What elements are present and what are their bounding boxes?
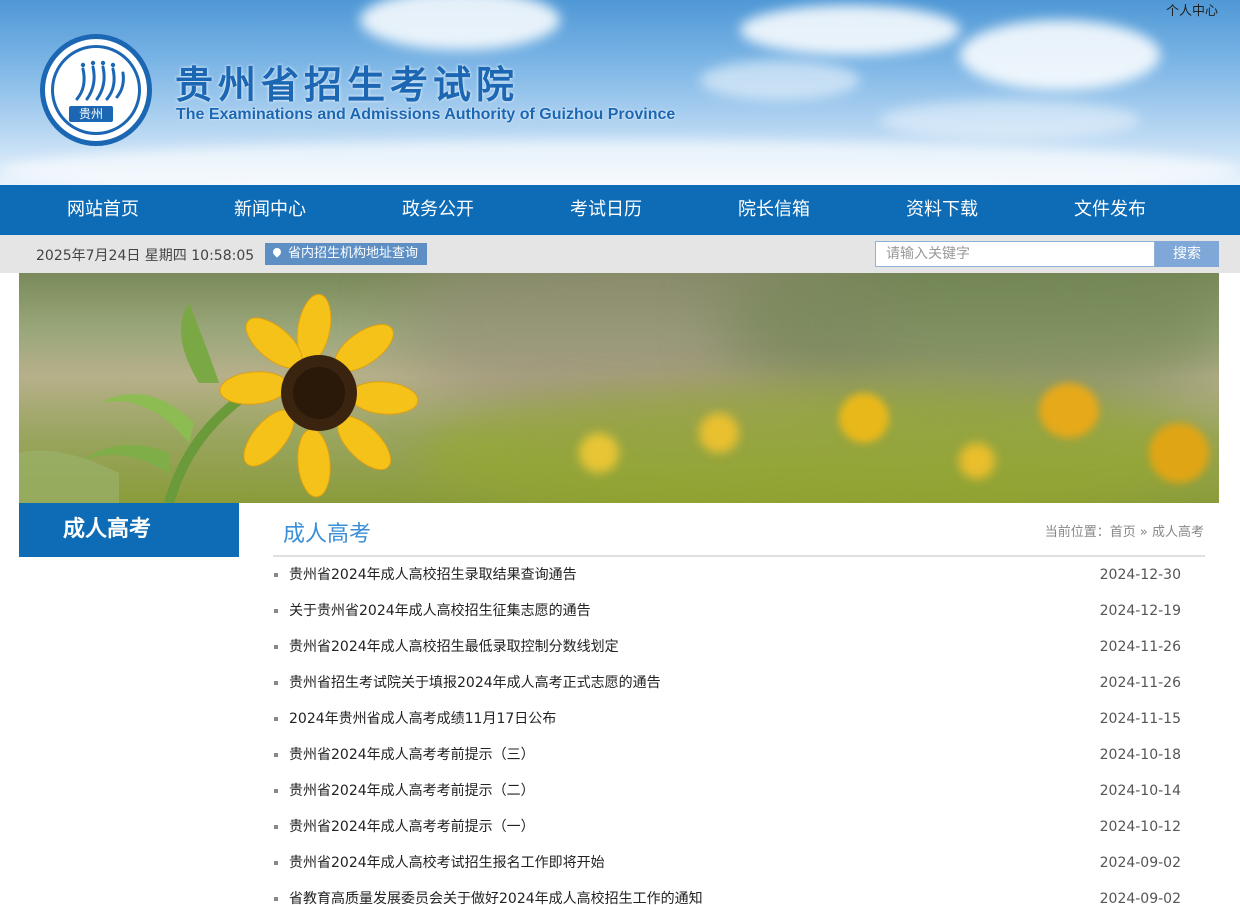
main-nav: 网站首页 新闻中心 政务公开 考试日历 院长信箱 资料下载 文件发布 [0,185,1240,235]
nav-item-home[interactable]: 网站首页 [33,185,173,235]
article-link[interactable]: 贵州省2024年成人高校考试招生报名工作即将开始 [289,845,605,881]
site-title: 贵州省招生考试院 [175,62,520,107]
flower-blur [699,413,739,453]
list-item: 贵州省2024年成人高考考前提示（二） 2024-10-14 [273,773,1205,809]
bullet-icon [274,645,278,649]
article-link[interactable]: 贵州省招生考试院关于填报2024年成人高考正式志愿的通告 [289,665,661,701]
article-date: 2024-10-18 [1099,747,1181,763]
article-date: 2024-09-02 [1099,891,1181,905]
current-datetime: 2025年7月24日 星期四 10:58:05 [36,248,255,264]
article-date: 2024-09-02 [1099,855,1181,871]
article-link[interactable]: 贵州省2024年成人高校招生录取结果查询通告 [289,557,577,593]
bullet-icon [274,573,278,577]
breadcrumb-label: 当前位置： [1044,525,1110,540]
cloud-decoration [0,140,1240,185]
nav-item-news[interactable]: 新闻中心 [200,185,340,235]
site-subtitle: The Examinations and Admissions Authorit… [176,106,676,123]
flower-blur [1149,423,1209,483]
section-title: 成人高考 [283,522,372,547]
flower-blur [1039,383,1099,438]
flower-blur [579,433,619,473]
search-button[interactable]: 搜索 [1155,241,1219,267]
article-link[interactable]: 贵州省2024年成人高考考前提示（二） [289,773,535,809]
article-date: 2024-12-30 [1099,567,1181,583]
article-link[interactable]: 省教育高质量发展委员会关于做好2024年成人高校招生工作的通知 [289,881,703,905]
sunflower-banner-image [19,273,1219,503]
nav-item-exam-calendar[interactable]: 考试日历 [536,185,676,235]
bullet-icon [274,897,278,901]
info-bar: 2025年7月24日 星期四 10:58:05 省内招生机构地址查询 请输入关键… [0,235,1240,273]
nav-item-government[interactable]: 政务公开 [368,185,508,235]
bullet-icon [274,753,278,757]
article-link[interactable]: 贵州省2024年成人高考考前提示（一） [289,809,535,845]
article-list: 贵州省2024年成人高校招生录取结果查询通告 2024-12-30 关于贵州省2… [273,557,1205,905]
user-center-link[interactable]: 个人中心 [1166,0,1218,19]
address-query-button[interactable]: 省内招生机构地址查询 [265,243,428,265]
list-item: 关于贵州省2024年成人高校招生征集志愿的通告 2024-12-19 [273,593,1205,629]
article-date: 2024-11-26 [1099,675,1181,691]
breadcrumb-current[interactable]: 成人高考 [1152,525,1204,540]
bullet-icon [274,825,278,829]
cloud-decoration [360,0,560,50]
cloud-decoration [880,100,1140,140]
flower-blur [839,393,889,443]
article-link[interactable]: 关于贵州省2024年成人高校招生征集志愿的通告 [289,593,591,629]
article-date: 2024-10-12 [1099,819,1181,835]
nav-item-documents[interactable]: 文件发布 [1040,185,1180,235]
location-pin-icon [271,246,283,258]
cloud-decoration [740,5,960,55]
list-item: 贵州省2024年成人高考考前提示（三） 2024-10-18 [273,737,1205,773]
list-item: 省教育高质量发展委员会关于做好2024年成人高校招生工作的通知 2024-09-… [273,881,1205,905]
list-item: 贵州省2024年成人高校考试招生报名工作即将开始 2024-09-02 [273,845,1205,881]
bullet-icon [274,717,278,721]
site-header: 个人中心 贵州 贵州省招生考试院 The Examinations and Ad… [0,0,1240,185]
bullet-icon [274,789,278,793]
list-item: 贵州省2024年成人高考考前提示（一） 2024-10-12 [273,809,1205,845]
list-item: 贵州省2024年成人高校招生录取结果查询通告 2024-12-30 [273,557,1205,593]
article-date: 2024-11-26 [1099,639,1181,655]
list-item: 贵州省2024年成人高校招生最低录取控制分数线划定 2024-11-26 [273,629,1205,665]
logo-emblem-icon [75,60,125,101]
address-query-label: 省内招生机构地址查询 [288,246,419,261]
list-item: 贵州省招生考试院关于填报2024年成人高考正式志愿的通告 2024-11-26 [273,665,1205,701]
article-date: 2024-10-14 [1099,783,1181,799]
logo-label: 贵州 [69,106,113,122]
site-logo[interactable]: 贵州 [40,34,152,146]
sunflower-illustration [19,293,419,503]
bullet-icon [274,609,278,613]
bullet-icon [274,861,278,865]
article-link[interactable]: 贵州省2024年成人高校招生最低录取控制分数线划定 [289,629,619,665]
article-date: 2024-11-15 [1099,711,1181,727]
nav-item-director-mailbox[interactable]: 院长信箱 [704,185,844,235]
sidebar-title: 成人高考 [19,503,239,557]
flower-blur [959,443,995,479]
article-link[interactable]: 2024年贵州省成人高考成绩11月17日公布 [289,701,556,737]
breadcrumb: 当前位置：首页 » 成人高考 [1045,521,1204,540]
search-input[interactable]: 请输入关键字 [875,241,1155,267]
list-item: 2024年贵州省成人高考成绩11月17日公布 2024-11-15 [273,701,1205,737]
bullet-icon [274,681,278,685]
cloud-decoration [700,60,860,100]
breadcrumb-home[interactable]: 首页 [1110,525,1136,540]
cloud-decoration [960,20,1160,90]
article-link[interactable]: 贵州省2024年成人高考考前提示（三） [289,737,535,773]
article-date: 2024-12-19 [1099,603,1181,619]
breadcrumb-separator: » [1135,525,1152,540]
nav-item-downloads[interactable]: 资料下载 [872,185,1012,235]
